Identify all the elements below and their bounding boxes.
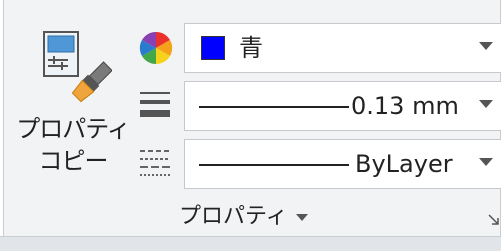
panel-title[interactable]: プロパティ [179,204,288,230]
panel-expand-chevron-icon[interactable] [296,214,308,221]
linetype-sample-line [199,164,349,166]
color-value: 青 [239,34,263,62]
color-wheel-icon [139,31,173,65]
panel-launcher-icon[interactable] [488,214,500,226]
linetype-value: ByLayer [355,150,453,178]
lineweight-icon [140,92,170,117]
linetype-dropdown[interactable]: ByLayer [184,139,501,189]
lineweight-value: 0.13 mm [351,92,459,120]
match-properties-brush-icon [43,31,112,103]
ribbon-bottom-strip [0,236,501,251]
lineweight-dropdown[interactable]: 0.13 mm [184,81,501,131]
linetype-icon [140,150,170,176]
match-properties-label-line2: コピー [38,147,109,175]
chevron-down-icon [479,42,493,50]
properties-panel: プロパティ コピー 青 0.13 mm ByLayer プロパティ [3,0,501,236]
match-properties-label-line1: プロパティ [16,115,131,143]
chevron-down-icon [479,158,493,166]
color-swatch [201,36,225,60]
color-dropdown[interactable]: 青 [184,23,501,73]
lineweight-sample-line [199,106,349,108]
match-properties-button[interactable]: プロパティ コピー [14,18,132,194]
chevron-down-icon [479,100,493,108]
